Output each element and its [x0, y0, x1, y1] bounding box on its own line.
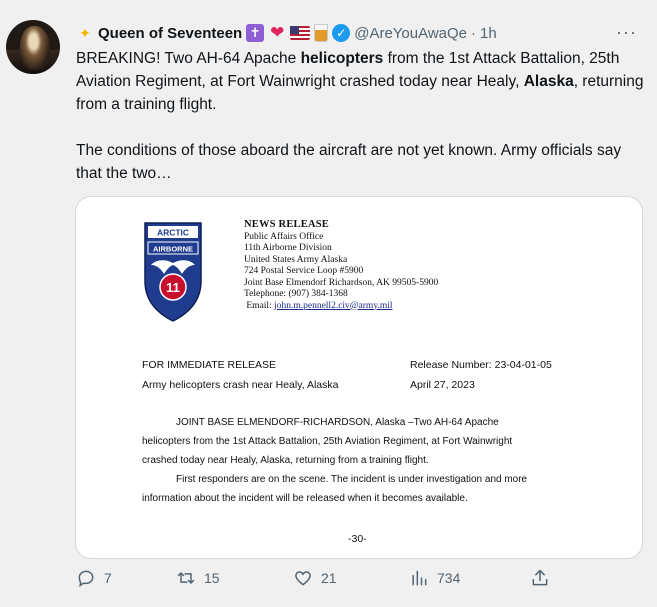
tweet-paragraph-1: BREAKING! Two AH-64 Apache helicopters f…: [76, 47, 646, 116]
action-bar: 7 15 21 734: [76, 568, 556, 598]
retweet-icon: [177, 572, 195, 584]
body-line-2: helicopters from the 1st Attack Battalio…: [142, 436, 513, 447]
release-line: 11th Airborne Division: [244, 243, 332, 253]
reply-button[interactable]: 7: [76, 568, 112, 588]
share-icon: [532, 569, 548, 586]
retweet-button[interactable]: 15: [176, 568, 220, 588]
heart-icon: [295, 571, 311, 586]
11th-airborne-patch-icon: ARCTIC AIRBORNE 11: [144, 222, 202, 322]
author-name[interactable]: Queen of Seventeen: [98, 25, 242, 42]
views-chart-icon: [412, 570, 427, 586]
tweet-text: BREAKING! Two AH-64 Apache helicopters f…: [76, 47, 646, 208]
more-options-icon[interactable]: ···: [616, 22, 637, 43]
views-count: 734: [437, 570, 461, 586]
release-headline: Army helicopters crash near Healy, Alask…: [142, 379, 339, 391]
release-line: 724 Postal Service Loop #5900: [244, 266, 364, 276]
retweet-count: 15: [204, 570, 220, 586]
highlight-alaska: Alaska: [523, 73, 574, 90]
release-email: Email: john.m.pennell2.civ@army.mil: [244, 301, 438, 313]
timestamp[interactable]: 1h: [480, 25, 497, 42]
release-line: Public Affairs Office: [244, 231, 324, 242]
verified-badge-icon[interactable]: ✓: [332, 24, 351, 42]
release-number: Release Number: 23-04-01-05: [410, 359, 552, 371]
body-line-4: First responders are on the scene. The i…: [176, 474, 528, 485]
reply-count: 7: [104, 570, 112, 586]
tweet-paragraph-2: The conditions of those aboard the aircr…: [76, 142, 622, 182]
red-heart-emoji-icon: ❤: [270, 23, 285, 42]
shooting-star-emoji-icon: ✦: [79, 25, 91, 41]
separator-dot: ·: [471, 24, 477, 42]
body-line-3: crashed today near Healy, Alaska, return…: [142, 455, 429, 466]
share-button[interactable]: [530, 568, 550, 588]
email-label: Email:: [246, 300, 272, 311]
body-line-1: JOINT BASE ELMENDORF-RICHARDSON, Alaska …: [176, 417, 499, 428]
for-immediate-release: FOR IMMEDIATE RELEASE: [142, 359, 276, 371]
highlight-helicopters: helicopters: [300, 50, 384, 67]
tweet[interactable]: ✦ Queen of Seventeen ✝ ❤ ✓ @AreYouAwaQe …: [0, 0, 657, 607]
us-flag-emoji-icon: [290, 26, 311, 40]
release-title: NEWS RELEASE: [244, 219, 329, 230]
release-line: Joint Base Elmendorf Richardson, AK 9950…: [244, 277, 439, 288]
patch-number: 11: [166, 280, 180, 295]
tweet-header: ✦ Queen of Seventeen ✝ ❤ ✓ @AreYouAwaQe …: [76, 22, 637, 44]
release-header: NEWS RELEASE Public Affairs Office 11th …: [244, 219, 438, 312]
release-date: April 27, 2023: [410, 379, 475, 391]
body-line-5: information about the incident will be r…: [142, 493, 468, 504]
latin-cross-emoji-icon: ✝: [246, 24, 265, 42]
end-mark: -30-: [348, 533, 367, 545]
views-button[interactable]: 734: [409, 568, 460, 588]
email-link[interactable]: john.m.pennell2.civ@army.mil: [274, 301, 392, 311]
release-line: United States Army Alaska: [244, 254, 348, 265]
like-count: 21: [321, 570, 337, 586]
patch-arctic-tab: ARCTIC: [157, 228, 189, 238]
attached-image[interactable]: ARCTIC AIRBORNE 11 NEWS RELEASE Public A…: [75, 196, 643, 559]
text-segment: BREAKING! Two AH-64 Apache: [76, 50, 301, 67]
whiskey-glass-emoji-icon: [314, 24, 329, 42]
patch-airborne-tab: AIRBORNE: [153, 245, 193, 254]
reply-icon: [78, 570, 94, 588]
avatar[interactable]: [6, 20, 60, 74]
author-handle[interactable]: @AreYouAwaQe: [354, 25, 467, 42]
release-line: Telephone: (907) 384-1368: [244, 289, 348, 299]
like-button[interactable]: 21: [293, 568, 337, 588]
